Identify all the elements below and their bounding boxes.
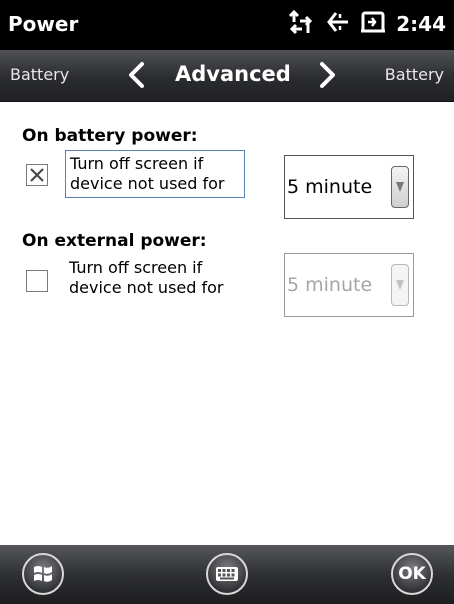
external-power-option-label[interactable]: Turn off screen if device not used for [65, 255, 250, 301]
external-option-line2: device not used for [69, 278, 224, 297]
external-power-heading: On external power: [22, 231, 207, 251]
start-button[interactable] [22, 553, 64, 595]
window-title: Power [8, 12, 79, 36]
external-power-checkbox[interactable] [26, 270, 48, 292]
external-option-line1: Turn off screen if [69, 258, 203, 277]
tab-current: Advanced [175, 62, 291, 86]
battery-option-line2: device not used for [70, 174, 225, 193]
external-timeout-value: 5 minute [287, 274, 373, 296]
check-x-icon [30, 168, 44, 182]
ok-label: OK [398, 564, 426, 584]
battery-timeout-dropdown[interactable]: 5 minute [284, 155, 414, 219]
keyboard-button[interactable] [206, 553, 248, 595]
tab-next[interactable]: Battery [385, 65, 444, 84]
battery-timeout-value: 5 minute [287, 176, 373, 198]
battery-power-option-label[interactable]: Turn off screen if device not used for [65, 150, 245, 198]
external-timeout-dropdown[interactable]: 5 minute [284, 253, 414, 317]
chevron-left-icon[interactable] [124, 61, 150, 93]
tab-previous[interactable]: Battery [10, 65, 69, 84]
battery-option-line1: Turn off screen if [70, 154, 204, 173]
battery-power-checkbox[interactable] [26, 164, 48, 186]
tab-header: Battery Advanced Battery [0, 50, 454, 102]
ok-button[interactable]: OK [391, 553, 433, 595]
keyboard-icon [216, 567, 238, 581]
clock-time[interactable]: 2:44 [396, 12, 446, 36]
battery-power-heading: On battery power: [22, 126, 198, 146]
connectivity-arrows-icon[interactable] [288, 9, 314, 39]
status-bar: Power 2:44 [0, 0, 454, 50]
windows-flag-icon [34, 566, 52, 582]
battery-icon[interactable] [360, 9, 386, 39]
volume-icon[interactable] [324, 9, 350, 39]
dropdown-arrow-icon[interactable] [391, 166, 409, 208]
chevron-right-icon[interactable] [314, 61, 340, 93]
bottom-soft-key-bar: OK [0, 545, 454, 604]
status-icons: 2:44 [288, 9, 446, 39]
dropdown-arrow-icon[interactable] [391, 264, 409, 306]
